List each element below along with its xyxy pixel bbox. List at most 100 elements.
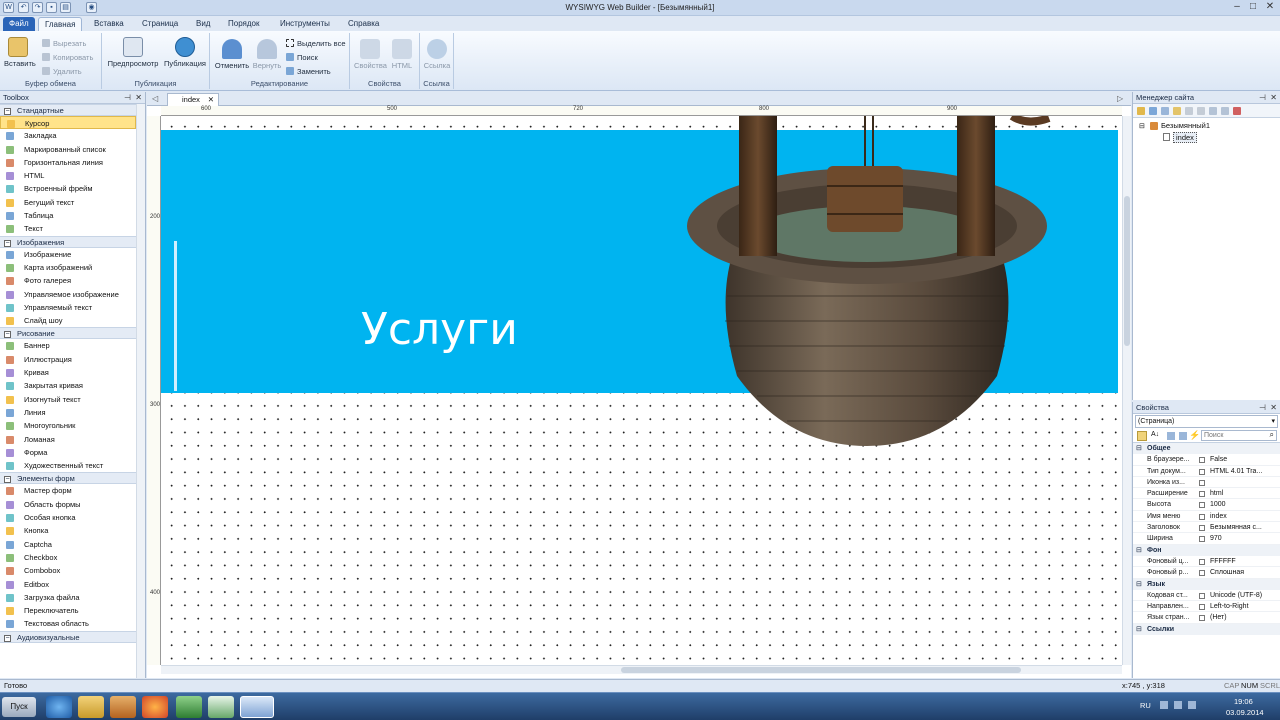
tab-file[interactable]: Файл — [3, 17, 35, 31]
toolbox-item[interactable]: Текст — [0, 222, 136, 235]
media-icon[interactable] — [110, 696, 136, 718]
paste-icon[interactable] — [1197, 107, 1205, 115]
toolbox-item[interactable]: Фото галерея — [0, 274, 136, 287]
toolbox-section-header[interactable]: − Стандартные — [0, 104, 136, 116]
scroll-thumb[interactable] — [621, 667, 1021, 673]
property-row[interactable]: Фоновый р... Сплошная — [1133, 567, 1280, 579]
scroll-thumb[interactable] — [1124, 196, 1130, 346]
toolbox-item[interactable]: HTML — [0, 169, 136, 182]
property-category[interactable]: Фон — [1133, 544, 1280, 556]
down-icon[interactable] — [1221, 107, 1229, 115]
toolbox-item[interactable]: Переключатель — [0, 604, 136, 617]
toolbox-item[interactable]: Курсор — [0, 116, 136, 130]
toolbox-item[interactable]: Встроенный фрейм — [0, 182, 136, 195]
banner-text[interactable]: Услуги — [361, 304, 518, 355]
list-icon[interactable] — [1167, 432, 1175, 440]
property-category[interactable]: Общее — [1133, 443, 1280, 455]
chevron-down-icon[interactable]: ▾ — [1271, 416, 1275, 427]
html-button[interactable]: HTML — [388, 39, 416, 70]
toolbox-item[interactable]: Таблица — [0, 209, 136, 222]
property-value[interactable]: 1000 — [1210, 499, 1272, 510]
toolbox-item[interactable]: Бегущий текст — [0, 196, 136, 209]
property-category[interactable]: Ссылки — [1133, 623, 1280, 636]
property-row[interactable]: Тип докум... HTML 4.01 Tra... — [1133, 466, 1280, 477]
property-row[interactable]: Заголовок Безымянная с... — [1133, 522, 1280, 534]
toolbox-item[interactable]: Карта изображений — [0, 261, 136, 274]
property-value[interactable]: (Нет) — [1210, 612, 1272, 623]
minimize-icon[interactable]: – — [1230, 1, 1244, 14]
delete-button[interactable]: Удалить — [42, 67, 82, 76]
tab-arrange[interactable]: Порядок — [222, 17, 266, 31]
properties-icon[interactable] — [1179, 432, 1187, 440]
close-icon[interactable]: ✕ — [1270, 402, 1277, 414]
property-value[interactable]: index — [1210, 511, 1272, 522]
volume-icon[interactable] — [1188, 701, 1196, 709]
toolbox-item[interactable]: Изображение — [0, 248, 136, 261]
toolbox-item[interactable]: Кнопка — [0, 524, 136, 537]
property-row[interactable]: Расширение html — [1133, 488, 1280, 500]
collapse-icon[interactable]: − — [4, 108, 11, 115]
pin-icon[interactable]: ⊣ — [124, 92, 131, 104]
camtasia-icon[interactable] — [176, 696, 202, 718]
toolbox-item[interactable]: Маркированный список — [0, 143, 136, 156]
toolbox-item[interactable]: Баннер — [0, 339, 136, 352]
property-row[interactable]: Высота 1000 — [1133, 499, 1280, 511]
toolbox-section-header[interactable]: − Аудиовизуальные — [0, 630, 136, 643]
camtasia-recorder-icon[interactable] — [208, 696, 234, 718]
toolbox-item[interactable]: Закрытая кривая — [0, 379, 136, 392]
preview-button[interactable]: Предпросмотр — [106, 37, 160, 68]
paste-button[interactable]: Вставить — [4, 37, 36, 68]
properties-button[interactable]: Свойства — [354, 39, 387, 70]
property-row[interactable]: Направлен... Left-to-Right — [1133, 601, 1280, 613]
toolbox-item[interactable]: Управляемое изображение — [0, 288, 136, 301]
toolbox-item[interactable]: Управляемый текст — [0, 301, 136, 314]
property-row[interactable]: Ширина 970 — [1133, 533, 1280, 545]
delete-icon[interactable] — [1233, 107, 1241, 115]
tab-insert[interactable]: Вставка — [88, 17, 130, 31]
toolbox-item[interactable]: Закладка — [0, 129, 136, 142]
tab-tools[interactable]: Инструменты — [274, 17, 336, 31]
cut-button[interactable]: Вырезать — [42, 39, 86, 48]
tab-help[interactable]: Справка — [342, 17, 385, 31]
wysiwyg-builder-icon[interactable] — [240, 696, 274, 718]
toolbox-item[interactable]: Горизонтальная линия — [0, 156, 136, 169]
firefox-icon[interactable] — [142, 696, 168, 718]
replace-button[interactable]: Заменить — [286, 67, 331, 76]
close-icon[interactable]: ✕ — [1270, 92, 1277, 104]
clock-date[interactable]: 03.09.2014 — [1226, 708, 1264, 717]
copy-icon[interactable] — [1185, 107, 1193, 115]
property-row[interactable]: Иконка из... — [1133, 477, 1280, 489]
toolbox-section-header[interactable]: − Элементы форм — [0, 472, 136, 485]
toolbox-item[interactable]: Combobox — [0, 564, 136, 577]
start-button[interactable]: Пуск — [2, 697, 36, 717]
pin-icon[interactable]: ⊣ — [1259, 92, 1266, 104]
tab-page[interactable]: Страница — [136, 17, 184, 31]
maximize-icon[interactable]: □ — [1246, 1, 1260, 14]
toolbox-item[interactable]: Художественный текст — [0, 459, 136, 472]
property-value[interactable]: FFFFFF — [1210, 556, 1272, 567]
toolbox-item[interactable]: Многоугольник — [0, 419, 136, 432]
link-button[interactable]: Ссылка — [423, 39, 451, 70]
close-tab-icon[interactable]: ✕ — [208, 94, 214, 106]
language-indicator[interactable]: RU — [1140, 701, 1151, 710]
tab-view[interactable]: Вид — [190, 17, 216, 31]
site-page-index[interactable]: index — [1173, 132, 1197, 143]
toolbox-section-header[interactable]: − Рисование — [0, 327, 136, 340]
network-icon[interactable] — [1174, 701, 1182, 709]
explorer-icon[interactable] — [78, 696, 104, 718]
property-row[interactable]: Имя меню index — [1133, 511, 1280, 523]
toolbox-item[interactable]: Checkbox — [0, 551, 136, 564]
property-value[interactable]: 970 — [1210, 533, 1272, 544]
find-button[interactable]: Поиск — [286, 53, 318, 62]
toolbox-item[interactable]: Editbox — [0, 578, 136, 591]
object-selector[interactable]: (Страница) ▾ — [1135, 415, 1278, 428]
property-value[interactable]: False — [1210, 454, 1272, 465]
close-icon[interactable]: ✕ — [135, 92, 142, 104]
property-value[interactable]: Сплошная — [1210, 567, 1272, 578]
toolbox-section-header[interactable]: − Изображения — [0, 235, 136, 248]
property-value[interactable]: Unicode (UTF-8) — [1210, 590, 1272, 601]
collapse-icon[interactable]: − — [4, 634, 11, 642]
toolbox-item[interactable]: Загрузка файла — [0, 591, 136, 604]
site-root[interactable]: Безымянный1 — [1161, 121, 1210, 130]
events-icon[interactable]: ⚡ — [1189, 430, 1200, 441]
